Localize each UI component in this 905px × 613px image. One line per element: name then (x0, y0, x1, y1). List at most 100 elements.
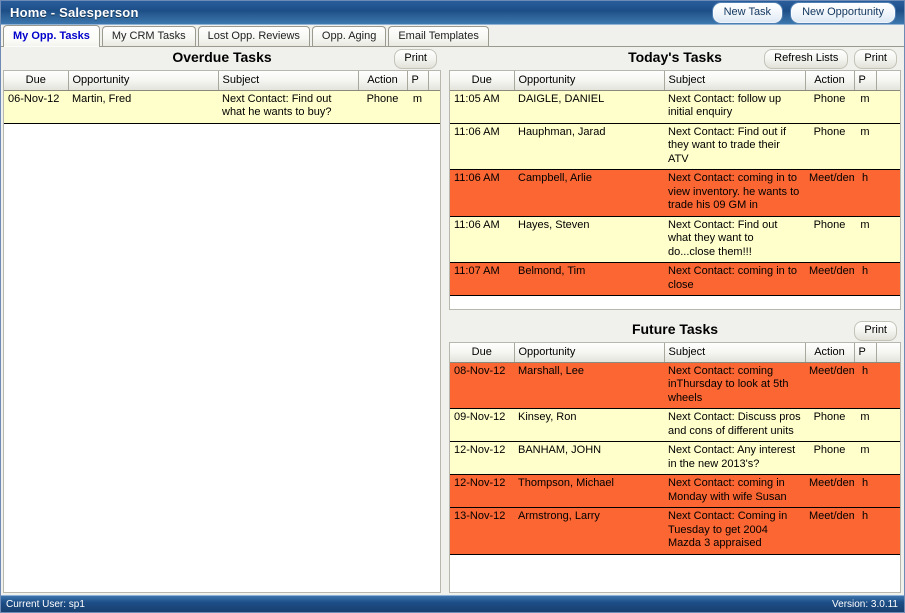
today-table-head: Due Opportunity Subject Action P (450, 71, 900, 91)
cell-subject: Next Contact: follow up initial enquiry (664, 90, 805, 124)
cell-action: Meet/demo (805, 362, 854, 409)
cell-action: Phone (358, 90, 407, 124)
cell-priority: h (854, 362, 876, 409)
cell-spacer (876, 216, 900, 263)
new-opportunity-button[interactable]: New Opportunity (790, 1, 896, 24)
cell-spacer (876, 262, 900, 296)
table-row[interactable]: 11:07 AM Belmond, Tim Next Contact: coming… (450, 262, 900, 296)
cell-subject: Next Contact: Find out if they want to t… (664, 123, 805, 170)
cell-action: Meet/demo (805, 169, 854, 217)
tab-strip: My Opp. Tasks My CRM Tasks Lost Opp. Revie… (1, 25, 904, 47)
future-title: Future Tasks (631, 321, 719, 337)
col-subject[interactable]: Subject (218, 71, 359, 91)
cell-subject: Next Contact: Coming in Tuesday to get 2… (664, 507, 805, 555)
future-header-row: Due Opportunity Subject Action P (450, 343, 900, 363)
title-bar: Home - Salesperson New Task New Opportuni… (1, 1, 904, 25)
col-spacer (428, 71, 440, 91)
cell-opportunity: Kinsey, Ron (514, 408, 664, 442)
tab-email-templates[interactable]: Email Templates (388, 26, 489, 46)
status-bar: Current User: sp1 Version: 3.0.11 (1, 595, 904, 612)
table-row[interactable]: 11:06 AM Hayes, Steven Next Contact: Find … (450, 216, 900, 263)
col-priority[interactable]: P (854, 71, 877, 91)
application-window: Home - Salesperson New Task New Opportuni… (0, 0, 905, 613)
col-spacer (876, 71, 900, 91)
print-overdue-button[interactable]: Print (394, 49, 437, 69)
cell-action: Phone (805, 441, 854, 475)
overdue-header-buttons: Print (394, 49, 437, 69)
cell-subject: Next Contact: coming in to close (664, 262, 805, 296)
future-grid[interactable]: Due Opportunity Subject Action P 08-Nov-… (449, 342, 901, 593)
table-row[interactable]: 12-Nov-12 BANHAM, JOHN Next Contact: Any i… (450, 441, 900, 475)
print-future-button[interactable]: Print (854, 321, 897, 341)
cell-spacer (876, 408, 900, 442)
overdue-title: Overdue Tasks (172, 49, 272, 65)
tab-opp-aging[interactable]: Opp. Aging (311, 26, 387, 46)
cell-spacer (876, 474, 900, 508)
overdue-table-head: Due Opportunity Subject Action P (4, 71, 440, 91)
table-row[interactable]: 11:05 AM DAIGLE, DANIEL Next Contact: foll… (450, 90, 900, 124)
col-due[interactable]: Due (4, 71, 69, 91)
cell-subject: Next Contact: Discuss pros and cons of d… (664, 408, 805, 442)
cell-opportunity: Martin, Fred (68, 90, 218, 124)
today-grid[interactable]: Due Opportunity Subject Action P 11:05 A… (449, 70, 901, 310)
col-due[interactable]: Due (450, 71, 515, 91)
cell-priority: m (854, 441, 876, 475)
table-row[interactable]: 08-Nov-12 Marshall, Lee Next Contact: comi… (450, 362, 900, 409)
cell-due: 06-Nov-12 (4, 90, 68, 124)
table-row[interactable]: 06-Nov-12 Martin, Fred Next Contact: Find … (4, 90, 440, 124)
overdue-grid[interactable]: Due Opportunity Subject Action P 06-Nov-… (3, 70, 441, 593)
table-row[interactable]: 12-Nov-12 Thompson, Michael Next Contact: … (450, 474, 900, 508)
panel-overdue-tasks: Overdue Tasks Print Due Opportunity Subj… (3, 47, 441, 593)
future-header: Future Tasks Print (449, 319, 901, 342)
col-opportunity[interactable]: Opportunity (514, 71, 665, 91)
cell-priority: m (854, 90, 876, 124)
today-table: Due Opportunity Subject Action P 11:05 A… (450, 71, 900, 296)
cell-opportunity: Belmond, Tim (514, 262, 664, 296)
cell-due: 11:07 AM (450, 262, 514, 296)
cell-opportunity: BANHAM, JOHN (514, 441, 664, 475)
col-subject[interactable]: Subject (664, 343, 806, 363)
tab-my-opp-tasks[interactable]: My Opp. Tasks (3, 25, 100, 47)
col-action[interactable]: Action (805, 71, 855, 91)
table-row[interactable]: 09-Nov-12 Kinsey, Ron Next Contact: Discus… (450, 408, 900, 442)
cell-spacer (876, 441, 900, 475)
col-action[interactable]: Action (358, 71, 408, 91)
col-action[interactable]: Action (805, 343, 855, 363)
overdue-header-row: Due Opportunity Subject Action P (4, 71, 440, 91)
cell-opportunity: Marshall, Lee (514, 362, 664, 409)
new-task-button[interactable]: New Task (711, 1, 784, 24)
cell-subject: Next Contact: coming in to view inventor… (664, 169, 805, 217)
cell-due: 11:06 AM (450, 216, 514, 263)
col-priority[interactable]: P (407, 71, 429, 91)
table-row[interactable]: 11:06 AM Campbell, Arlie Next Contact: com… (450, 169, 900, 217)
print-today-button[interactable]: Print (854, 49, 897, 69)
today-header-row: Due Opportunity Subject Action P (450, 71, 900, 91)
table-row[interactable]: 11:06 AM Hauphman, Jarad Next Contact: Fin… (450, 123, 900, 170)
cell-spacer (876, 90, 900, 124)
col-priority[interactable]: P (854, 343, 877, 363)
col-subject[interactable]: Subject (664, 71, 806, 91)
cell-due: 12-Nov-12 (450, 474, 514, 508)
cell-priority: h (854, 169, 876, 217)
cell-spacer (428, 90, 440, 124)
current-user-label: Current User: sp1 (6, 598, 85, 610)
table-row[interactable]: 13-Nov-12 Armstrong, Larry Next Contact: C… (450, 507, 900, 555)
content-area: Overdue Tasks Print Due Opportunity Subj… (1, 47, 904, 595)
col-opportunity[interactable]: Opportunity (514, 343, 665, 363)
col-opportunity[interactable]: Opportunity (68, 71, 219, 91)
cell-subject: Next Contact: coming in Monday with wife… (664, 474, 805, 508)
page-title: Home - Salesperson (10, 5, 139, 20)
cell-priority: h (854, 262, 876, 296)
cell-due: 11:05 AM (450, 90, 514, 124)
tab-lost-opp-reviews[interactable]: Lost Opp. Reviews (197, 26, 310, 46)
version-label: Version: 3.0.11 (832, 598, 898, 610)
refresh-lists-button[interactable]: Refresh Lists (764, 49, 849, 69)
cell-action: Phone (805, 90, 854, 124)
col-due[interactable]: Due (450, 343, 515, 363)
cell-action: Meet/demo (805, 474, 854, 508)
cell-priority: h (854, 507, 876, 555)
cell-subject: Next Contact: Find out what they want to… (664, 216, 805, 263)
tab-my-crm-tasks[interactable]: My CRM Tasks (101, 26, 196, 46)
cell-subject: Next Contact: Any interest in the new 20… (664, 441, 805, 475)
cell-action: Phone (805, 123, 854, 170)
